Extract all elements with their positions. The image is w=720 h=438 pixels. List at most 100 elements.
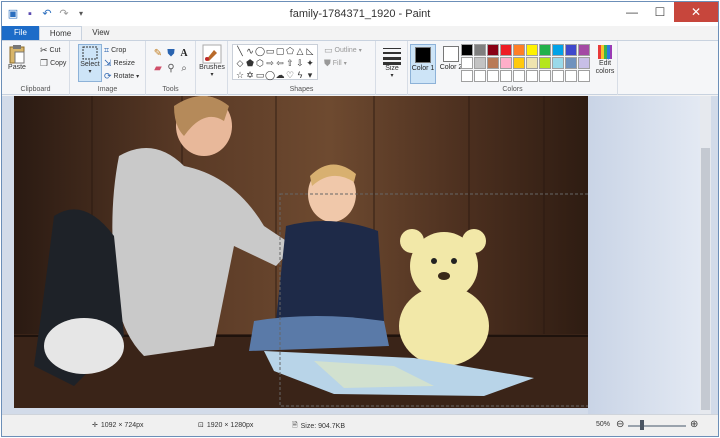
zoom-in-button[interactable]: ⊕ — [690, 419, 698, 430]
fill-icon: ⛊ — [324, 58, 331, 68]
file-size-text: Size: 904.7KB — [300, 423, 346, 430]
palette-swatch[interactable] — [565, 57, 577, 69]
paste-button[interactable]: Paste — [6, 44, 28, 71]
palette-swatch[interactable] — [539, 44, 551, 56]
size-group: Size ▾ — [376, 41, 408, 95]
copy-button[interactable]: ❐ Copy — [40, 58, 66, 68]
crop-label: Crop — [111, 46, 127, 54]
hexagon-shape-icon[interactable]: ⬡ — [255, 58, 265, 69]
maximize-button[interactable]: ☐ — [646, 2, 674, 22]
outline-button[interactable]: ▭ Outline ▾ — [324, 45, 362, 55]
minimize-button[interactable]: — — [618, 2, 646, 22]
vertical-scrollbar[interactable] — [700, 96, 711, 414]
color-picker-icon[interactable]: ⚲ — [165, 62, 177, 74]
palette-swatch[interactable] — [461, 57, 473, 69]
palette-swatch[interactable] — [513, 44, 525, 56]
palette-swatch[interactable] — [513, 70, 525, 82]
size-button[interactable]: Size ▾ — [380, 45, 404, 79]
zoom-level-text: 50% — [596, 421, 611, 428]
brushes-button[interactable]: Brushes ▾ — [199, 44, 225, 78]
palette-swatch[interactable] — [526, 57, 538, 69]
up-arrow-shape-icon[interactable]: ⇧ — [285, 58, 295, 69]
callout-cloud-shape-icon[interactable]: ☁ — [275, 70, 285, 81]
image-size-text: 1920 × 1280px — [206, 421, 254, 429]
heart-shape-icon[interactable]: ♡ — [285, 70, 295, 81]
resize-button[interactable]: ⇲ Resize — [104, 58, 135, 68]
curve-shape-icon[interactable]: ∿ — [245, 46, 255, 57]
close-button[interactable]: ✕ — [674, 2, 718, 22]
palette-swatch[interactable] — [461, 70, 473, 82]
palette-swatch[interactable] — [474, 70, 486, 82]
palette-swatch[interactable] — [565, 70, 577, 82]
zoom-slider-thumb[interactable] — [640, 420, 644, 430]
eraser-icon[interactable]: ▰ — [152, 62, 164, 74]
four-point-star-shape-icon[interactable]: ✦ — [305, 58, 315, 69]
scissors-icon: ✂ — [40, 45, 48, 55]
tab-view[interactable]: View — [82, 26, 119, 40]
text-tool-icon[interactable]: A — [178, 47, 190, 59]
palette-swatch[interactable] — [552, 70, 564, 82]
triangle-shape-icon[interactable]: △ — [295, 46, 305, 57]
rotate-button[interactable]: ⟳ Rotate ▾ — [104, 71, 139, 81]
crop-icon: ⌗ — [104, 45, 110, 55]
palette-swatch[interactable] — [539, 70, 551, 82]
palette-swatch[interactable] — [487, 44, 499, 56]
palette-swatch[interactable] — [552, 57, 564, 69]
down-arrow-shape-icon[interactable]: ⇩ — [295, 58, 305, 69]
color2-swatch — [443, 46, 459, 62]
paste-label: Paste — [8, 64, 26, 71]
palette-swatch[interactable] — [539, 57, 551, 69]
rectangle-shape-icon[interactable]: ▭ — [265, 46, 275, 57]
vertical-scroll-thumb[interactable] — [701, 148, 710, 410]
rounded-rectangle-shape-icon[interactable]: ▢ — [275, 46, 285, 57]
palette-swatch[interactable] — [474, 44, 486, 56]
magnifier-icon[interactable]: ⌕ — [178, 62, 190, 74]
pentagon-shape-icon[interactable]: ⬟ — [245, 58, 255, 69]
palette-swatch[interactable] — [461, 44, 473, 56]
palette-swatch[interactable] — [526, 70, 538, 82]
palette-swatch[interactable] — [513, 57, 525, 69]
palette-swatch[interactable] — [474, 57, 486, 69]
callout-oval-shape-icon[interactable]: ◯ — [265, 70, 275, 81]
polygon-shape-icon[interactable]: ⬠ — [285, 46, 295, 57]
tab-file[interactable]: File — [2, 26, 39, 40]
palette-swatch[interactable] — [565, 44, 577, 56]
diamond-shape-icon[interactable]: ◇ — [235, 58, 245, 69]
color1-button[interactable]: Color 1 — [410, 44, 436, 84]
canvas-image[interactable] — [14, 96, 588, 408]
zoom-out-button[interactable]: ⊖ — [616, 419, 624, 430]
pencil-icon[interactable]: ✎ — [152, 47, 164, 59]
palette-swatch[interactable] — [578, 44, 590, 56]
left-arrow-shape-icon[interactable]: ⇦ — [275, 58, 285, 69]
palette-swatch[interactable] — [500, 57, 512, 69]
status-bar: ✛ 1092 × 724px ⊡ 1920 × 1280px 🗎 Size: 9… — [2, 414, 718, 436]
ribbon: Paste ✂ Cut ❐ Copy Clipboard Select ▾ ⌗ … — [2, 40, 718, 95]
six-point-star-shape-icon[interactable]: ✡ — [245, 70, 255, 81]
oval-shape-icon[interactable]: ◯ — [255, 46, 265, 57]
right-triangle-shape-icon[interactable]: ◺ — [305, 46, 315, 57]
crop-button[interactable]: ⌗ Crop — [104, 45, 126, 55]
palette-swatch[interactable] — [500, 70, 512, 82]
fill-bucket-icon[interactable]: ⛊ — [165, 47, 177, 59]
edit-colors-button[interactable]: Edit colors — [594, 44, 616, 76]
palette-swatch[interactable] — [526, 44, 538, 56]
shapes-more-icon[interactable]: ▾ — [305, 70, 315, 81]
shapes-gallery[interactable]: ╲ ∿ ◯ ▭ ▢ ⬠ △ ◺ ◇ ⬟ ⬡ ⇨ ⇦ ⇧ ⇩ ✦ ☆ ✡ ▭ ◯ — [232, 44, 318, 80]
palette-swatch[interactable] — [552, 44, 564, 56]
line-shape-icon[interactable]: ╲ — [235, 46, 245, 57]
cut-button[interactable]: ✂ Cut — [40, 45, 60, 55]
palette-swatch[interactable] — [500, 44, 512, 56]
right-arrow-shape-icon[interactable]: ⇨ — [265, 58, 275, 69]
select-button[interactable]: Select ▾ — [78, 44, 102, 82]
palette-swatch[interactable] — [578, 57, 590, 69]
lightning-shape-icon[interactable]: ϟ — [295, 70, 305, 81]
tab-home[interactable]: Home — [38, 26, 83, 40]
fill-button[interactable]: ⛊ Fill ▾ — [324, 58, 347, 68]
callout-rect-shape-icon[interactable]: ▭ — [255, 70, 265, 81]
zoom-slider[interactable] — [628, 425, 686, 427]
five-point-star-shape-icon[interactable]: ☆ — [235, 70, 245, 81]
palette-swatch[interactable] — [487, 70, 499, 82]
colors-group-label: Colors — [502, 86, 523, 93]
palette-swatch[interactable] — [487, 57, 499, 69]
palette-swatch[interactable] — [578, 70, 590, 82]
